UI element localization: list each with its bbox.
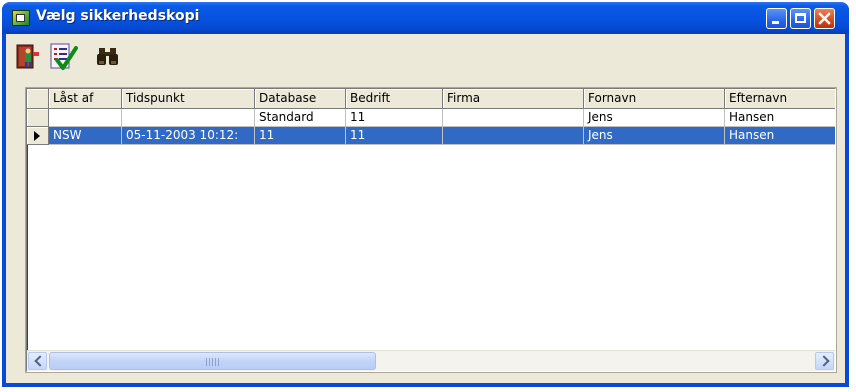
- backup-grid[interactable]: Låst af Tidspunkt Database Bedrift Firma…: [26, 88, 836, 372]
- approve-button[interactable]: [44, 38, 80, 74]
- column-header-company[interactable]: Firma: [443, 89, 584, 109]
- horizontal-scrollbar[interactable]: [27, 350, 835, 371]
- maximize-button[interactable]: [790, 8, 811, 29]
- row-indicator[interactable]: [27, 127, 49, 145]
- approve-checklist-icon: [50, 43, 78, 70]
- grip-icon: [206, 358, 220, 366]
- table-row-selected[interactable]: NSW 05-11-2003 10:12: 11 11 Jens Hansen: [27, 127, 835, 145]
- cell-locked-by: [49, 109, 122, 127]
- column-header-farm[interactable]: Bedrift: [346, 89, 443, 109]
- cell-first-name: Jens: [584, 127, 725, 145]
- column-header-first-name[interactable]: Fornavn: [584, 89, 725, 109]
- column-header-database[interactable]: Database: [255, 89, 346, 109]
- cell-time: [122, 109, 255, 127]
- column-header-last-name[interactable]: Efternavn: [725, 89, 835, 109]
- binoculars-icon: [97, 48, 118, 65]
- maximize-icon: [795, 13, 806, 23]
- grid-header: Låst af Tidspunkt Database Bedrift Firma…: [27, 89, 835, 109]
- exit-door-icon: [16, 44, 39, 69]
- cell-company: [443, 127, 584, 145]
- app-icon: [12, 10, 30, 26]
- toolbar: [10, 38, 310, 80]
- cell-locked-by: NSW: [49, 127, 122, 145]
- header-indicator-cell: [27, 89, 49, 109]
- cell-first-name: Jens: [584, 109, 725, 127]
- cell-last-name: Hansen: [725, 109, 835, 127]
- title-bar[interactable]: Vælg sikkerhedskopi: [2, 2, 849, 34]
- chevron-left-icon: [34, 355, 46, 367]
- exit-button[interactable]: [10, 38, 46, 74]
- current-row-arrow-icon: [34, 131, 40, 141]
- column-header-time[interactable]: Tidspunkt: [122, 89, 255, 109]
- cell-database: Standard: [255, 109, 346, 127]
- row-indicator[interactable]: [27, 109, 49, 127]
- cell-last-name: Hansen: [725, 127, 835, 145]
- scroll-left-button[interactable]: [28, 352, 47, 370]
- cell-time: 05-11-2003 10:12:: [122, 127, 255, 145]
- find-button[interactable]: [90, 38, 126, 74]
- minimize-button[interactable]: [766, 8, 787, 29]
- window-title: Vælg sikkerhedskopi: [36, 8, 200, 24]
- cell-database: 11: [255, 127, 346, 145]
- close-button[interactable]: [814, 8, 835, 29]
- cell-farm: 11: [346, 127, 443, 145]
- cell-farm: 11: [346, 109, 443, 127]
- close-icon: [818, 12, 831, 25]
- chevron-right-icon: [818, 355, 830, 367]
- table-row[interactable]: Standard 11 Jens Hansen: [27, 109, 835, 127]
- scroll-thumb[interactable]: [49, 352, 376, 370]
- minimize-icon: [772, 21, 779, 24]
- column-header-locked-by[interactable]: Låst af: [49, 89, 122, 109]
- scroll-right-button[interactable]: [815, 352, 834, 370]
- cell-company: [443, 109, 584, 127]
